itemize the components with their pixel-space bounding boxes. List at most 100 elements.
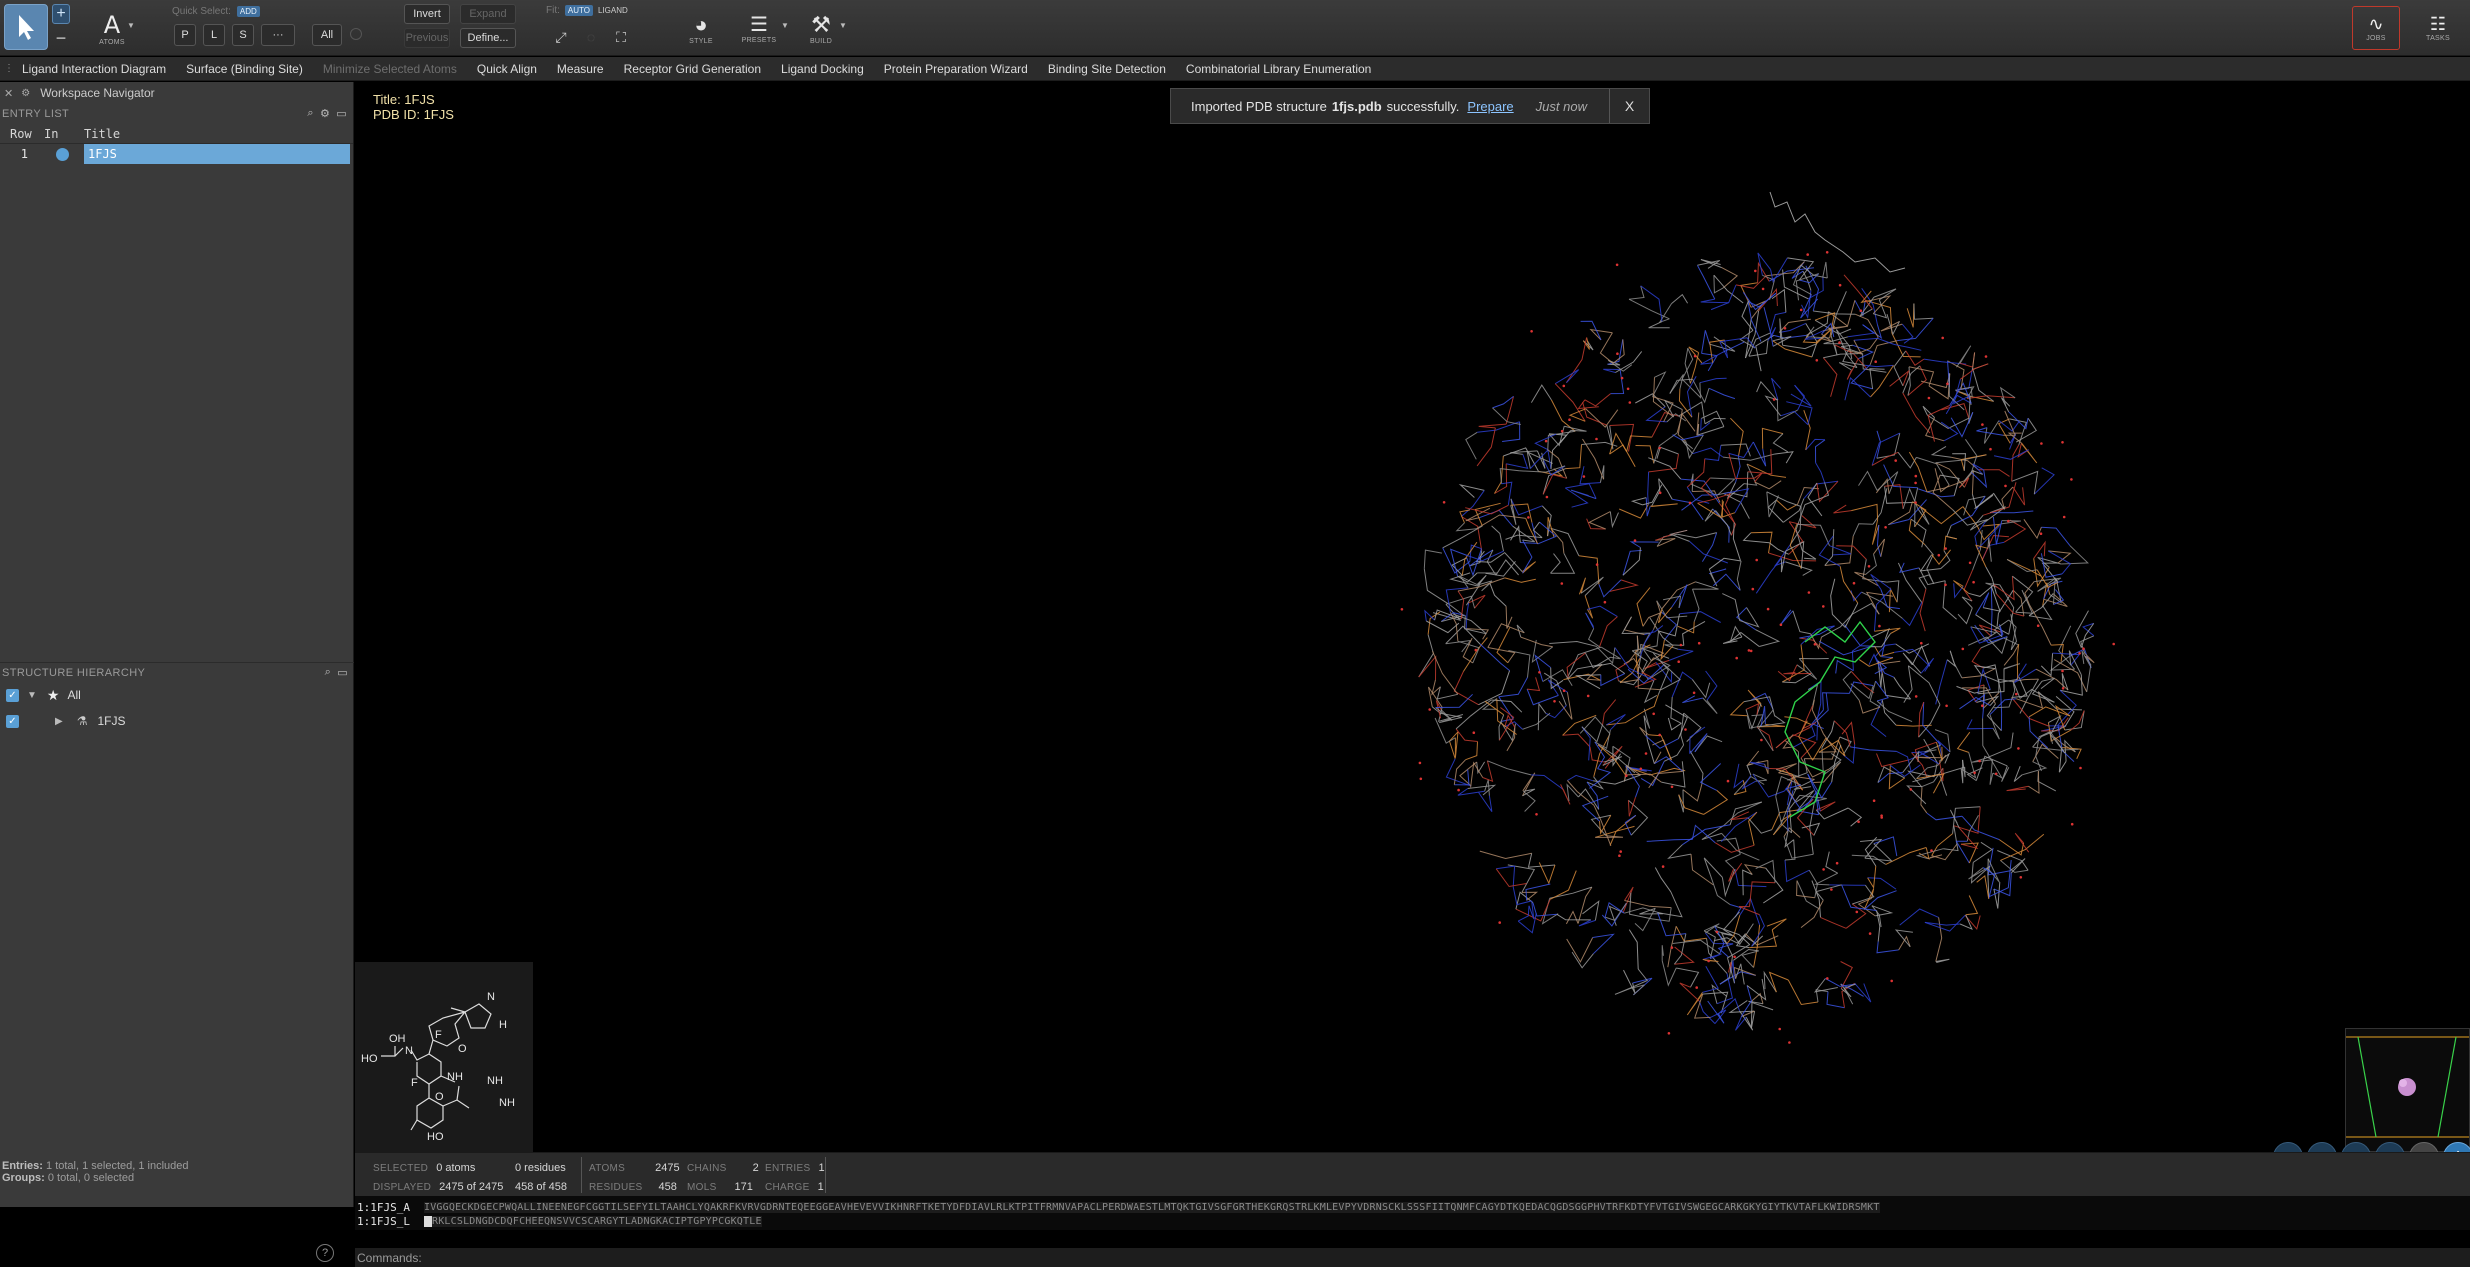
hierarchy-row-all[interactable]: ✓ ▼ ★ All: [0, 682, 354, 708]
menu-item[interactable]: Binding Site Detection: [1048, 62, 1166, 76]
chain-a-sequence[interactable]: IVGGQECKDGECPWQALLINEENEGFCGGTILSEFYILTA…: [423, 1201, 1880, 1213]
drag-handle-icon[interactable]: ⋮: [4, 63, 14, 74]
menu-item[interactable]: Ligand Interaction Diagram: [22, 62, 166, 76]
displayed-atoms: 2475 of 2475: [439, 1181, 504, 1193]
quick-select-label: Quick Select:: [172, 6, 231, 17]
entry-list-tools: ⌕ ⚙ ▭: [307, 107, 347, 120]
column-row[interactable]: Row: [0, 127, 40, 141]
column-in[interactable]: In: [40, 127, 76, 141]
fit-ligand-toggle[interactable]: LIGAND: [598, 6, 628, 15]
chevron-down-icon[interactable]: ▼: [780, 20, 790, 30]
chevron-down-icon[interactable]: ▼: [838, 20, 848, 30]
previous-button[interactable]: Previous: [404, 28, 450, 48]
add-selection-icon[interactable]: +: [52, 4, 70, 24]
menu-item[interactable]: Measure: [557, 62, 604, 76]
included-toggle[interactable]: [40, 147, 84, 161]
search-icon[interactable]: ⌕: [325, 666, 332, 679]
add-icon[interactable]: +: [2443, 1142, 2470, 1152]
tools-icon: ⚒: [811, 11, 831, 37]
clear-selection-icon[interactable]: [350, 28, 362, 40]
entry-row[interactable]: 1 1FJS: [0, 144, 353, 164]
entries-count: 1: [818, 1162, 825, 1174]
chain-l-sequence[interactable]: RKLCSLDNGDCDQFCHEEQNSVVCSCARGYTLADNGKACI…: [431, 1215, 762, 1227]
entry-title-cell[interactable]: 1FJS: [84, 144, 350, 164]
menu-item[interactable]: Combinatorial Library Enumeration: [1186, 62, 1371, 76]
fit-to-screen-icon[interactable]: ⤢: [550, 26, 572, 48]
define-button[interactable]: Define...: [460, 28, 516, 48]
atoms-count: 2475: [655, 1162, 680, 1174]
style-button[interactable]: ◕ STYLE: [680, 6, 722, 50]
entry-row-number: 1: [20, 147, 28, 161]
sequence-chain-l[interactable]: 1:1FJS_L RKLCSLDNGDCDQFCHEEQNSVVCSCARGYT…: [357, 1214, 762, 1228]
ligand-2d-view[interactable]: OH HO N F F O O NH NH NH HO N H: [355, 962, 533, 1152]
hierarchy-row-1fjs[interactable]: ✓ ▶ ⚗ 1FJS: [0, 708, 354, 734]
zoom-icon[interactable]: [2341, 1142, 2371, 1152]
select-ligand-button[interactable]: L: [203, 24, 225, 46]
ligand-label-n: N: [487, 991, 495, 1003]
minimize-icon[interactable]: ▭: [336, 107, 347, 120]
menu-item[interactable]: Receptor Grid Generation: [624, 62, 761, 76]
displayed-residues-info: 458 of 458: [515, 1181, 567, 1193]
jobs-button[interactable]: ∿ JOBS: [2352, 6, 2400, 50]
quick-select-add-badge[interactable]: ADD: [236, 6, 260, 17]
paint-palette-icon: ◕: [694, 11, 708, 37]
ligand-label-o: O: [458, 1043, 467, 1055]
build-button[interactable]: ⚒ BUILD: [800, 6, 842, 50]
select-solvent-button[interactable]: S: [232, 24, 254, 46]
ligand-label-nh: NH: [487, 1075, 503, 1087]
view-frustum-icon: [2346, 1036, 2469, 1138]
fit-controls: Fit: AUTO LIGAND: [546, 5, 628, 16]
rotate-icon[interactable]: [2273, 1142, 2303, 1152]
menu-item[interactable]: Quick Align: [477, 62, 537, 76]
clip-icon[interactable]: [2375, 1142, 2405, 1152]
selected-atoms: 0 atoms: [436, 1162, 476, 1174]
translate-icon[interactable]: [2307, 1142, 2337, 1152]
sequence-chain-a[interactable]: 1:1FJS_A IVGGQECKDGECPWQALLINEENEGFCGGTI…: [357, 1200, 1880, 1214]
selected-residues-info: 0 residues: [515, 1162, 566, 1174]
minimize-icon[interactable]: ▭: [337, 666, 348, 679]
ligand-label-ho: HO: [427, 1131, 444, 1143]
gear-icon[interactable]: ⚙: [320, 107, 330, 120]
menu-item[interactable]: Surface (Binding Site): [186, 62, 303, 76]
help-button[interactable]: ?: [316, 1244, 334, 1262]
favorites-menubar: ⋮ Ligand Interaction Diagram Surface (Bin…: [0, 57, 2470, 81]
toast-close-button[interactable]: X: [1609, 89, 1649, 123]
menu-item[interactable]: Ligand Docking: [781, 62, 864, 76]
chevron-down-icon[interactable]: ▼: [126, 20, 136, 30]
sequence-cursor: [423, 1215, 432, 1227]
navigator-status: Entries: 1 total, 1 selected, 1 included…: [0, 1157, 354, 1207]
quick-select-header: Quick Select: ADD: [172, 6, 260, 17]
fit-auto-toggle[interactable]: AUTO: [564, 5, 593, 16]
checkbox-checked-icon[interactable]: ✓: [6, 688, 19, 702]
toggle-icon[interactable]: [2409, 1142, 2439, 1152]
select-protein-button[interactable]: P: [174, 24, 196, 46]
presets-button[interactable]: ☰ PRESETS: [738, 6, 780, 50]
collapsed-triangle-icon[interactable]: ▶: [55, 716, 63, 727]
close-icon[interactable]: ✕: [4, 87, 13, 100]
entries-info: ENTRIES 1: [765, 1162, 825, 1174]
tasks-button[interactable]: ☷ TASKS: [2416, 6, 2460, 50]
invert-button[interactable]: Invert: [404, 4, 450, 24]
select-tool-button[interactable]: [4, 4, 48, 50]
more-select-button[interactable]: ···: [261, 24, 295, 46]
checkbox-checked-icon[interactable]: ✓: [6, 714, 19, 728]
camera-overview[interactable]: [2345, 1028, 2470, 1152]
structure-hierarchy-header: STRUCTURE HIERARCHY ⌕ ▭: [0, 662, 354, 682]
expand-triangle-icon[interactable]: ▼: [27, 690, 37, 701]
command-bar: Commands:: [355, 1248, 2470, 1267]
column-title[interactable]: Title: [76, 127, 120, 141]
command-input[interactable]: [430, 1249, 2470, 1266]
remove-selection-icon[interactable]: −: [52, 28, 70, 48]
menu-item[interactable]: Protein Preparation Wizard: [884, 62, 1028, 76]
search-icon[interactable]: ⌕: [307, 107, 314, 120]
sequence-viewer[interactable]: 1:1FJS_A IVGGQECKDGECPWQALLINEENEGFCGGTI…: [355, 1196, 2470, 1230]
reset-view-icon[interactable]: ⛶: [610, 26, 632, 48]
expand-button[interactable]: Expand: [460, 4, 516, 24]
protein-wireframe[interactable]: [355, 82, 2470, 1152]
fit-selection-icon[interactable]: ◌: [580, 26, 602, 48]
select-all-button[interactable]: All: [312, 24, 342, 46]
prepare-link[interactable]: Prepare: [1467, 99, 1513, 114]
workspace-3d-viewer[interactable]: Title: 1FJS PDB ID: 1FJS Imported PDB st…: [355, 82, 2470, 1152]
menu-item[interactable]: Minimize Selected Atoms: [323, 62, 457, 76]
settings-icon[interactable]: ⚙: [21, 88, 30, 99]
